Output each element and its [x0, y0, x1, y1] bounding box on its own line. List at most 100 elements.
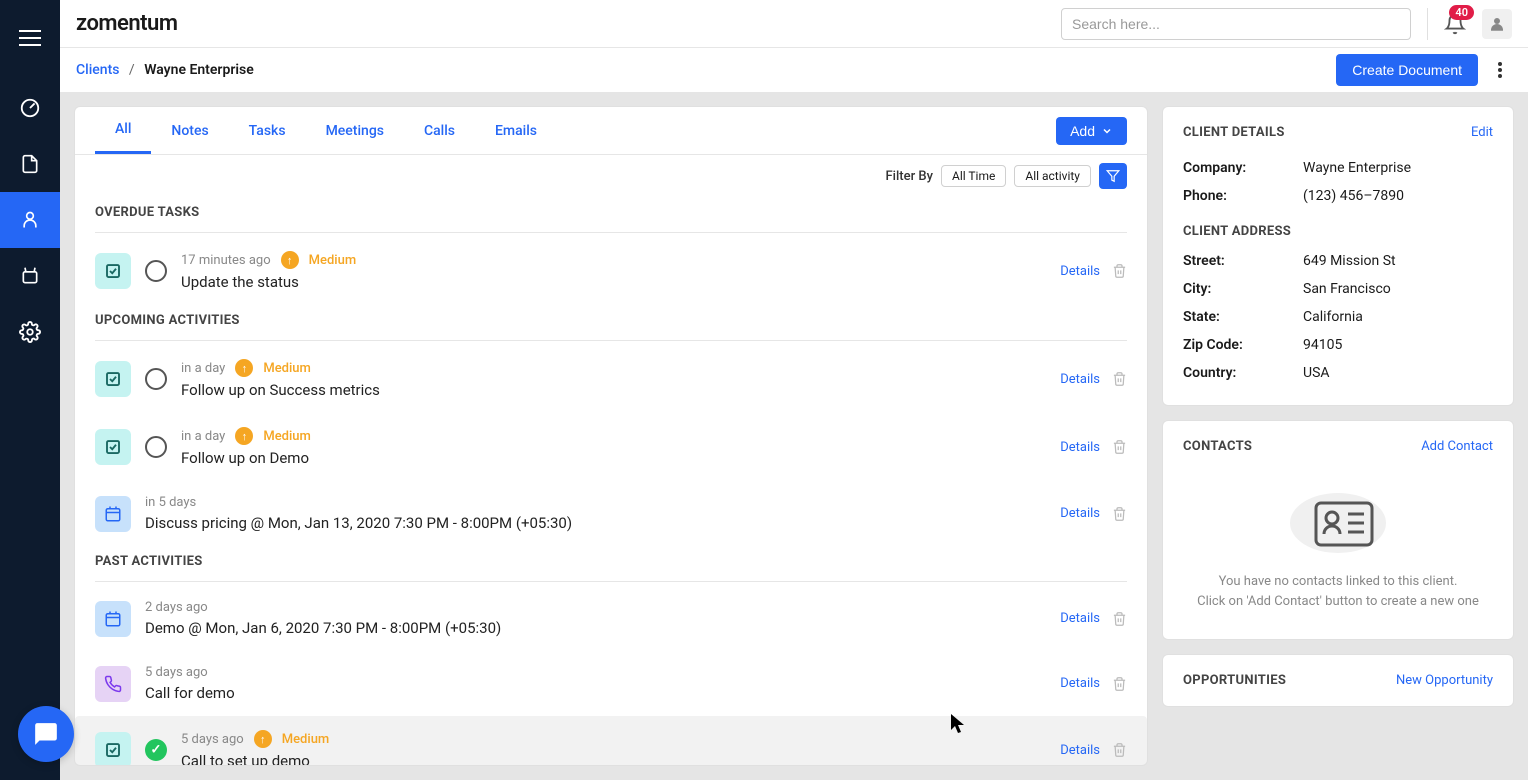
filter-activity-pill[interactable]: All activity — [1014, 165, 1091, 187]
menu-toggle[interactable] — [0, 10, 60, 66]
delete-button[interactable] — [1112, 742, 1127, 758]
subheader: Clients / Wayne Enterprise Create Docume… — [60, 48, 1528, 92]
delete-button[interactable] — [1112, 611, 1127, 627]
topbar: zomentum 40 — [60, 0, 1528, 48]
tab-all[interactable]: All — [95, 107, 151, 154]
document-icon — [20, 153, 40, 175]
activity-row[interactable]: 17 minutes ago↑MediumUpdate the statusDe… — [95, 237, 1127, 305]
tab-notes[interactable]: Notes — [151, 107, 228, 154]
detail-value: USA — [1303, 365, 1330, 381]
activity-title: Follow up on Success metrics — [181, 381, 1060, 399]
contacts-card: CONTACTS Add Contact You have no contact… — [1162, 420, 1514, 640]
detail-value: San Francisco — [1303, 281, 1391, 297]
detail-value: (123) 456–7890 — [1303, 188, 1404, 204]
detail-row: Street:649 Mission St — [1183, 247, 1493, 275]
tab-tasks[interactable]: Tasks — [229, 107, 306, 154]
complete-checkbox[interactable] — [145, 436, 167, 458]
nav-clients[interactable] — [0, 192, 60, 248]
complete-checkbox[interactable] — [145, 260, 167, 282]
trash-icon — [1112, 611, 1127, 627]
breadcrumb-root-link[interactable]: Clients — [76, 62, 119, 78]
detail-row: City:San Francisco — [1183, 275, 1493, 303]
notifications-button[interactable]: 40 — [1444, 13, 1466, 35]
more-actions-button[interactable] — [1488, 58, 1512, 82]
detail-label: Zip Code: — [1183, 337, 1303, 353]
details-link[interactable]: Details — [1060, 372, 1100, 387]
new-opportunity-link[interactable]: New Opportunity — [1396, 673, 1493, 688]
task-icon — [95, 361, 131, 397]
filter-time-pill[interactable]: All Time — [941, 165, 1006, 187]
activity-row[interactable]: 5 days ago ↑ Medium Call to set up demoDeta… — [75, 716, 1147, 766]
add-button-label: Add — [1070, 123, 1095, 139]
person-icon — [20, 209, 40, 231]
activity-title: Call to set up demo — [181, 752, 1060, 766]
delete-button[interactable] — [1112, 676, 1127, 692]
trash-icon — [1112, 439, 1127, 455]
complete-checkbox[interactable] — [145, 368, 167, 390]
nav-products[interactable] — [0, 248, 60, 304]
bag-icon — [20, 265, 40, 287]
side-panel: CLIENT DETAILS Edit Company:Wayne Enterp… — [1162, 106, 1514, 766]
detail-label: City: — [1183, 281, 1303, 297]
activity-row[interactable]: in 5 daysDiscuss pricing @ Mon, Jan 13, … — [95, 481, 1127, 546]
activity-row[interactable]: in a day↑MediumFollow up on DemoDetails — [95, 413, 1127, 481]
details-link[interactable]: Details — [1060, 264, 1100, 279]
tab-emails[interactable]: Emails — [475, 107, 557, 154]
detail-label: State: — [1183, 309, 1303, 325]
activity-time: 5 days ago — [181, 732, 244, 747]
activity-title: Update the status — [181, 273, 1060, 291]
detail-row: State:California — [1183, 303, 1493, 331]
gauge-icon — [19, 97, 41, 119]
contacts-title: CONTACTS — [1183, 439, 1252, 454]
tab-calls[interactable]: Calls — [404, 107, 475, 154]
complete-checkbox[interactable] — [145, 739, 167, 761]
detail-value: 94105 — [1303, 337, 1342, 353]
details-link[interactable]: Details — [1060, 611, 1100, 626]
detail-value: 649 Mission St — [1303, 253, 1396, 269]
activity-row[interactable]: 5 days ago Call for demoDetails — [95, 651, 1127, 716]
opportunities-card: OPPORTUNITIES New Opportunity — [1162, 654, 1514, 707]
delete-button[interactable] — [1112, 439, 1127, 455]
breadcrumb-current: Wayne Enterprise — [144, 62, 254, 78]
details-link[interactable]: Details — [1060, 440, 1100, 455]
past-section-title: PAST ACTIVITIES — [75, 546, 1147, 577]
activity-title: Call for demo — [145, 684, 1060, 702]
edit-client-link[interactable]: Edit — [1471, 125, 1493, 140]
filter-icon-button[interactable] — [1099, 163, 1127, 189]
nav-settings[interactable] — [0, 304, 60, 360]
activity-time: 5 days ago — [145, 665, 208, 680]
tab-meetings[interactable]: Meetings — [306, 107, 404, 154]
contacts-empty-line1: You have no contacts linked to this clie… — [1183, 572, 1493, 592]
nav-dashboard[interactable] — [0, 80, 60, 136]
funnel-icon — [1106, 169, 1120, 183]
details-link[interactable]: Details — [1060, 743, 1100, 758]
user-menu[interactable] — [1482, 9, 1512, 39]
chat-widget[interactable] — [18, 706, 74, 762]
nav-documents[interactable] — [0, 136, 60, 192]
opportunities-title: OPPORTUNITIES — [1183, 673, 1286, 688]
activity-time: in a day — [181, 361, 225, 376]
detail-row: Zip Code:94105 — [1183, 331, 1493, 359]
delete-button[interactable] — [1112, 263, 1127, 279]
details-link[interactable]: Details — [1060, 506, 1100, 521]
gear-icon — [19, 321, 41, 343]
detail-value: California — [1303, 309, 1363, 325]
search-input[interactable] — [1061, 8, 1411, 40]
cal-icon — [95, 496, 131, 532]
priority-icon: ↑ — [254, 730, 272, 748]
delete-button[interactable] — [1112, 371, 1127, 387]
breadcrumb: Clients / Wayne Enterprise — [76, 62, 254, 78]
hamburger-icon — [19, 30, 41, 46]
add-button[interactable]: Add — [1056, 117, 1127, 145]
activity-row[interactable]: in a day↑MediumFollow up on Success metr… — [95, 345, 1127, 413]
activity-row[interactable]: 2 days agoDemo @ Mon, Jan 6, 2020 7:30 P… — [95, 586, 1127, 651]
details-link[interactable]: Details — [1060, 676, 1100, 691]
priority-label: Medium — [263, 429, 311, 444]
activity-time: 2 days ago — [145, 600, 208, 615]
priority-label: Medium — [282, 732, 330, 747]
cal-icon — [95, 601, 131, 637]
detail-row: Company:Wayne Enterprise — [1183, 154, 1493, 182]
add-contact-link[interactable]: Add Contact — [1421, 439, 1493, 454]
create-document-button[interactable]: Create Document — [1336, 54, 1478, 86]
delete-button[interactable] — [1112, 506, 1127, 522]
